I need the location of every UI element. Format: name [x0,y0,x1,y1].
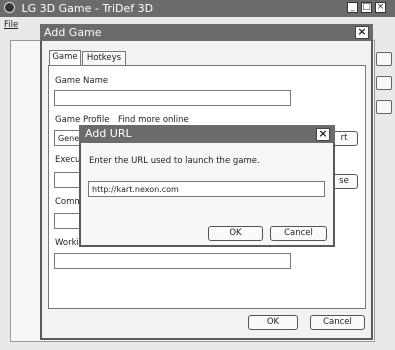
tab-hotkeys-label: Hotkeys [86,53,122,63]
add-url-title: Add URL [85,127,132,140]
app-icon [4,2,15,13]
side-button-3[interactable] [376,100,392,114]
add-url-cancel-button[interactable]: Cancel [270,226,327,241]
add-url-cancel-label: Cancel [284,228,313,238]
profile-button-label: rt [340,133,348,143]
main-window-title: LG 3D Game - TriDef 3D [21,2,154,15]
tab-hotkeys[interactable]: Hotkeys [82,51,126,65]
side-button-1[interactable] [376,52,392,66]
add-game-close-icon[interactable]: × [355,26,369,39]
menu-file[interactable]: File [4,20,18,30]
working-dir-label: Worki [55,238,79,248]
add-game-cancel-button[interactable]: Cancel [310,315,365,330]
add-url-close-icon[interactable]: × [316,128,330,141]
add-url-titlebar: Add URL [79,125,335,143]
add-url-ok-button[interactable]: OK [208,226,263,241]
tab-game-label: Game [52,52,78,62]
game-profile-label: Game Profile [55,115,110,125]
side-button-2[interactable] [376,76,392,90]
game-name-label: Game Name [55,76,109,86]
working-dir-input[interactable] [54,253,291,269]
add-game-title: Add Game [44,26,102,39]
main-titlebar: LG 3D Game - TriDef 3D [0,0,395,17]
maximize-icon[interactable]: □ [361,2,372,13]
add-url-prompt: Enter the URL used to launch the game. [89,156,260,166]
add-url-ok-label: OK [229,228,242,238]
game-name-input[interactable] [54,90,291,106]
add-game-ok-button[interactable]: OK [248,315,298,330]
add-game-cancel-label: Cancel [323,317,352,327]
tab-game[interactable]: Game [49,50,81,66]
add-game-titlebar: Add Game [40,24,373,41]
add-game-ok-label: OK [266,317,280,327]
browse-button-label: se [339,176,349,186]
find-more-online-link[interactable]: Find more online [118,115,189,125]
url-input[interactable]: http://kart.nexon.com [88,181,325,197]
executable-label: Execu [55,155,81,165]
close-icon[interactable]: × [375,2,386,13]
minimize-icon[interactable]: _ [347,2,358,13]
